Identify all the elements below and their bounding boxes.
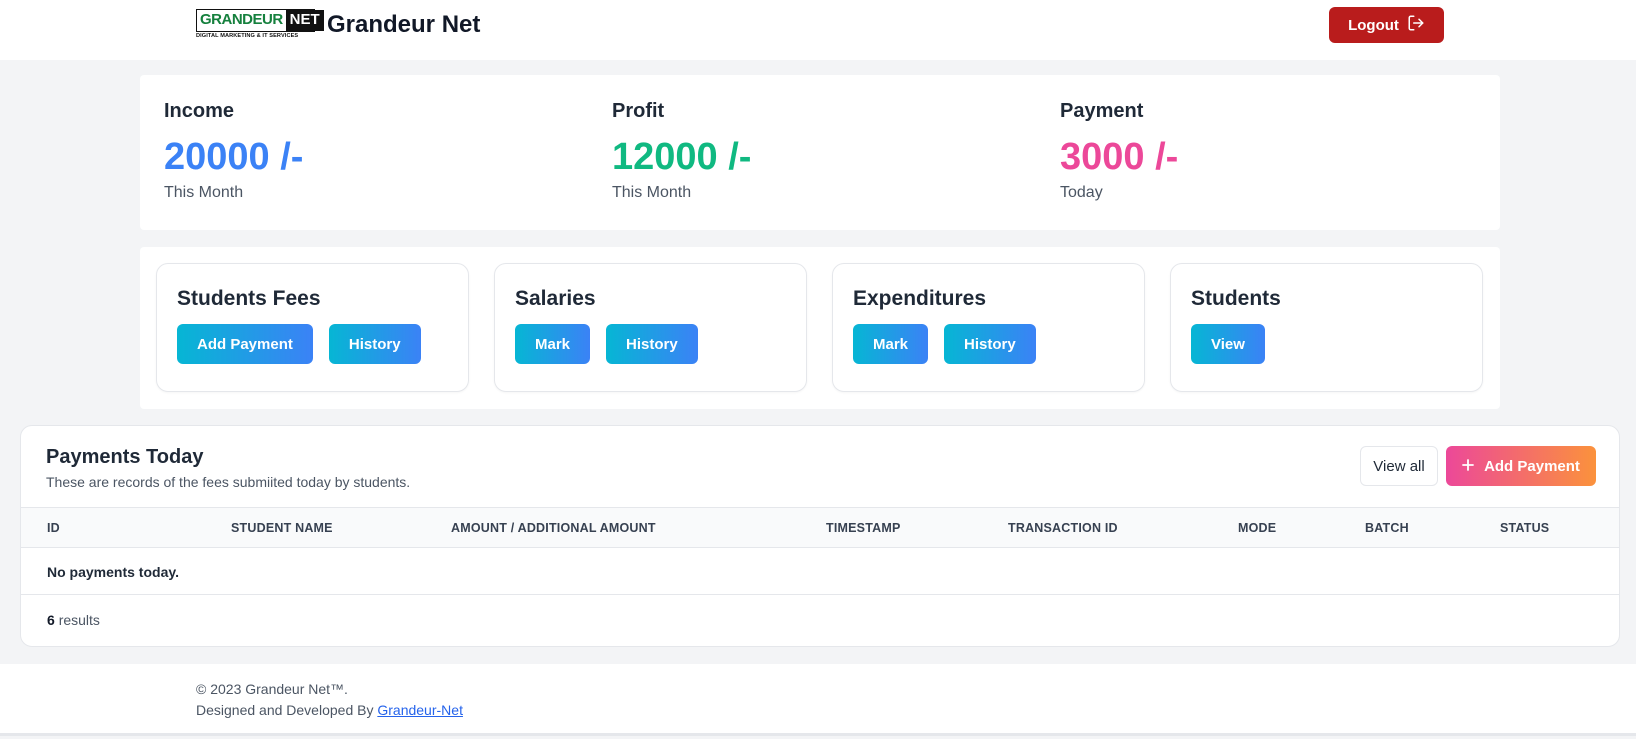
stat-payment: Payment 3000 /- Today — [1060, 100, 1178, 202]
card-title: Salaries — [515, 287, 596, 310]
column-header-amount[interactable]: AMOUNT / ADDITIONAL AMOUNT — [451, 521, 656, 535]
logo-tagline: DIGITAL MARKETING & IT SERVICES — [196, 33, 299, 39]
fees-history-button[interactable]: History — [328, 324, 421, 364]
column-header-id[interactable]: ID — [47, 521, 60, 535]
page-footer: © 2023 Grandeur Net™. Designed and Devel… — [0, 664, 1636, 736]
row-divider — [21, 594, 1619, 595]
footer-link[interactable]: Grandeur-Net — [377, 702, 463, 718]
logout-label: Logout — [1348, 16, 1399, 34]
stat-label: Profit — [612, 100, 665, 122]
expenditures-card: Expenditures Mark History — [832, 263, 1145, 392]
column-header-student-name[interactable]: STUDENT NAME — [231, 521, 333, 535]
stat-value: 3000 /- — [1060, 136, 1179, 178]
payments-table-panel: Payments Today These are records of the … — [20, 425, 1620, 647]
stat-profit: Profit 12000 /- This Month — [612, 100, 751, 202]
payments-subtitle: These are records of the fees submiited … — [46, 474, 411, 490]
card-title: Students — [1191, 287, 1281, 310]
results-count: 6 results — [47, 612, 100, 628]
stat-value: 20000 /- — [164, 136, 304, 178]
empty-table-message: No payments today. — [47, 564, 179, 580]
expenditures-history-button[interactable]: History — [944, 324, 1036, 364]
top-header: GRANDEUR NET DIGITAL MARKETING & IT SERV… — [0, 0, 1636, 60]
column-header-timestamp[interactable]: TIMESTAMP — [826, 521, 900, 535]
stat-period: This Month — [164, 184, 244, 201]
stat-income: Income 20000 /- This Month — [164, 100, 303, 202]
column-header-transaction-id[interactable]: TRANSACTION ID — [1008, 521, 1118, 535]
footer-designed-by: Designed and Developed By — [196, 702, 374, 718]
column-header-status[interactable]: STATUS — [1500, 521, 1549, 535]
view-all-button[interactable]: View all — [1360, 446, 1438, 486]
logout-arrow-icon — [1407, 14, 1425, 36]
stat-period: Today — [1060, 184, 1103, 201]
plus-icon — [1462, 458, 1474, 475]
students-fees-card: Students Fees Add Payment History — [156, 263, 469, 392]
logo-net: NET — [285, 10, 324, 31]
column-header-batch[interactable]: BATCH — [1365, 521, 1409, 535]
students-card: Students View — [1170, 263, 1483, 392]
logo-word: GRANDEUR — [197, 10, 286, 31]
column-header-mode[interactable]: MODE — [1238, 521, 1276, 535]
brand-name: Grandeur Net — [327, 11, 481, 38]
brand-logo[interactable]: GRANDEUR NET DIGITAL MARKETING & IT SERV… — [196, 9, 324, 42]
logout-button[interactable]: Logout — [1329, 7, 1444, 43]
stat-value: 12000 /- — [612, 136, 752, 178]
payments-title: Payments Today — [46, 446, 204, 468]
add-payment-header-button[interactable]: Add Payment — [1446, 446, 1596, 486]
salaries-card: Salaries Mark History — [494, 263, 807, 392]
modules-panel: Students Fees Add Payment History Salari… — [140, 247, 1500, 409]
stat-label: Income — [164, 100, 235, 122]
footer-copyright: © 2023 Grandeur Net™. — [196, 681, 348, 697]
add-payment-label: Add Payment — [1484, 457, 1580, 475]
students-view-button[interactable]: View — [1191, 324, 1265, 364]
salaries-mark-button[interactable]: Mark — [515, 324, 591, 364]
add-payment-button[interactable]: Add Payment — [177, 324, 313, 364]
stats-panel: Income 20000 /- This Month Profit 12000 … — [140, 75, 1500, 230]
card-title: Students Fees — [177, 287, 321, 310]
results-label: results — [58, 612, 100, 628]
stat-label: Payment — [1060, 100, 1144, 122]
results-number: 6 — [47, 612, 55, 628]
salaries-history-button[interactable]: History — [606, 324, 698, 364]
stat-period: This Month — [612, 184, 692, 201]
expenditures-mark-button[interactable]: Mark — [853, 324, 929, 364]
card-title: Expenditures — [853, 287, 987, 310]
footer-credits: Designed and Developed By Grandeur-Net — [196, 702, 463, 718]
table-header: ID STUDENT NAME AMOUNT / ADDITIONAL AMOU… — [21, 507, 1619, 548]
